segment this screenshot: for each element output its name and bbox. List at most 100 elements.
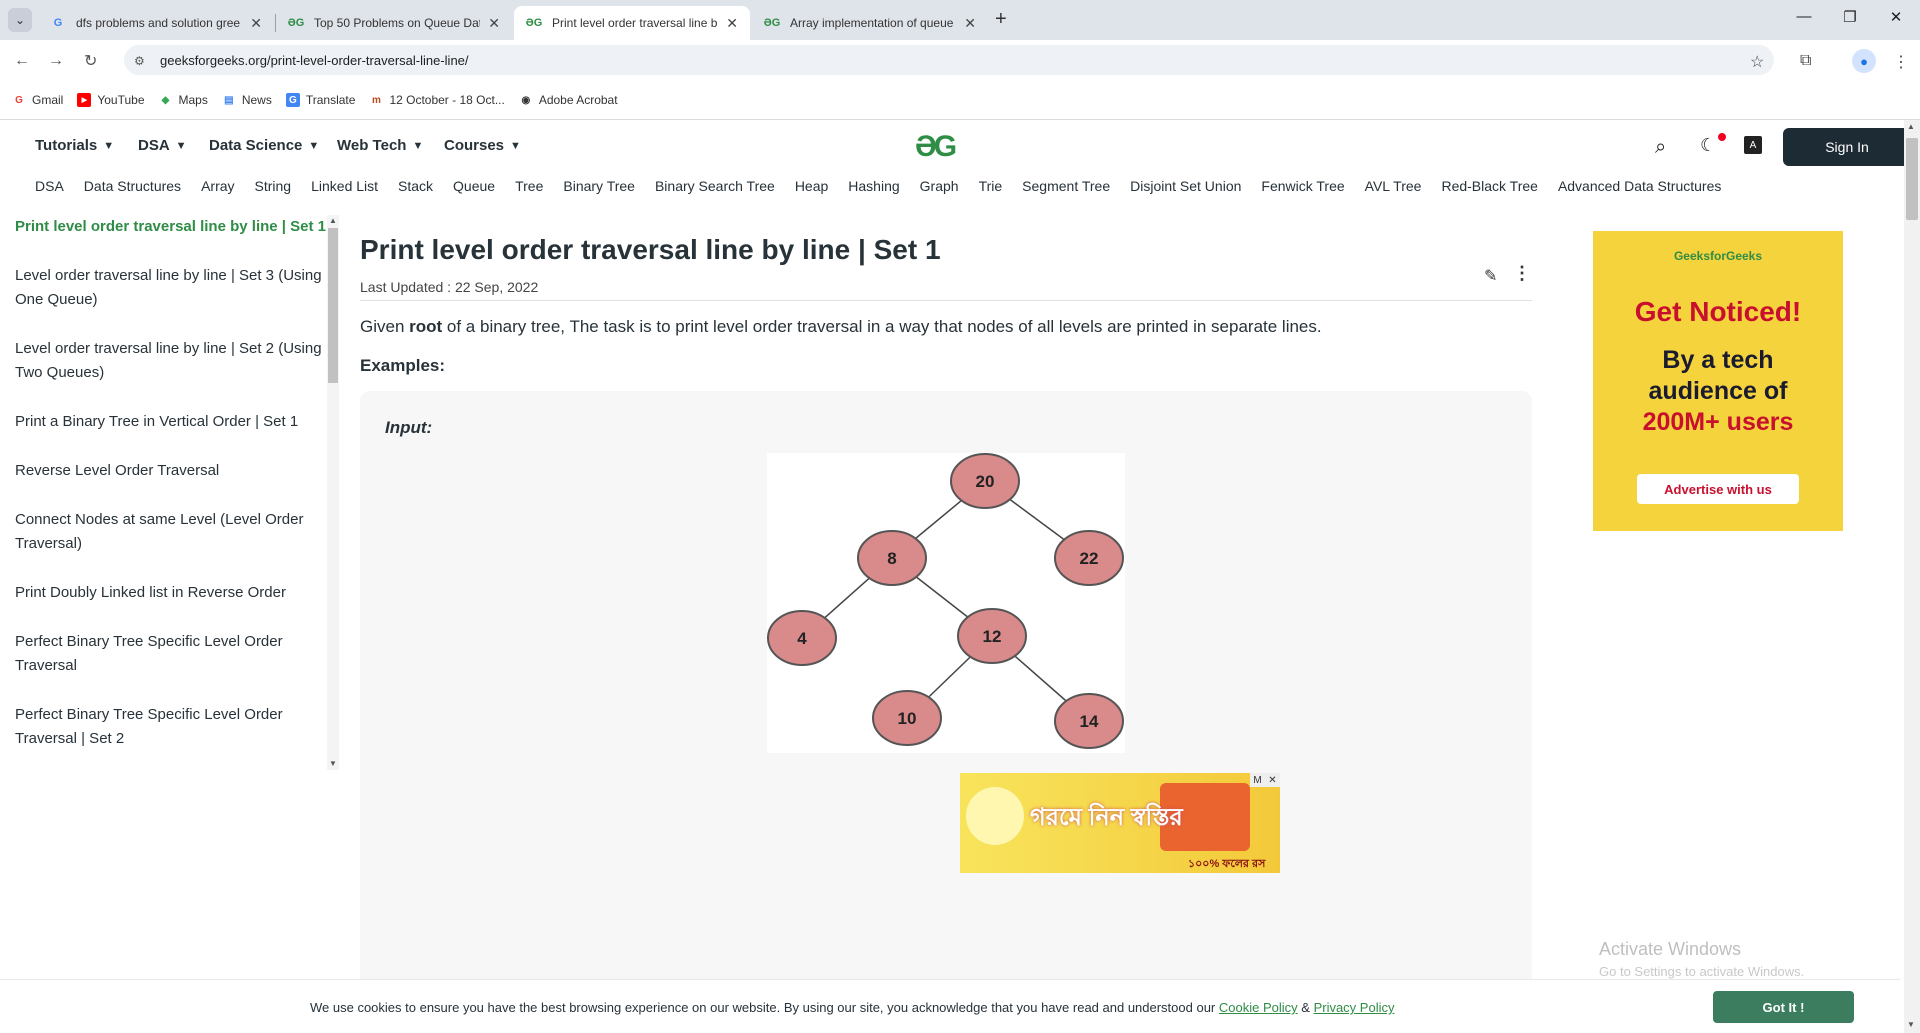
sidebar-item[interactable]: Connect Nodes at same Level (Level Order… xyxy=(0,508,326,556)
ad-banner[interactable]: গরমে নিন স্বস্তির ১০০% ফলের রস xyxy=(960,773,1280,873)
last-updated: Last Updated : 22 Sep, 2022 xyxy=(360,279,539,295)
privacy-policy-link[interactable]: Privacy Policy xyxy=(1314,1000,1395,1015)
sidebar-item[interactable]: Level order traversal line by line | Set… xyxy=(0,264,326,312)
reload-icon[interactable]: ↻ xyxy=(84,51,97,71)
topic-link[interactable]: String xyxy=(255,178,292,198)
page-scroll-thumb[interactable] xyxy=(1906,138,1918,220)
topic-link[interactable]: Data Structures xyxy=(84,178,181,198)
translate-icon: G xyxy=(285,93,300,107)
right-ad[interactable]: GeeksforGeeks Get Noticed! By a tech aud… xyxy=(1593,231,1843,531)
topic-link[interactable]: Heap xyxy=(795,178,828,198)
topic-link[interactable]: Binary Search Tree xyxy=(655,178,775,198)
bookmark-translate[interactable]: G Translate xyxy=(285,93,355,107)
gfg-logo[interactable]: ƏG xyxy=(915,130,957,164)
page-scrollbar[interactable] xyxy=(1904,120,1920,1033)
ad-choice-icon: M xyxy=(1253,774,1262,786)
sign-in-button[interactable]: Sign In xyxy=(1783,128,1911,166)
new-tab-button[interactable]: + xyxy=(995,8,1007,31)
forward-icon[interactable]: → xyxy=(48,52,64,70)
close-icon[interactable]: ✕ xyxy=(488,15,500,32)
bookmark-site-icon: m xyxy=(371,94,381,106)
back-icon[interactable]: ← xyxy=(14,52,30,70)
close-window-icon[interactable]: ✕ xyxy=(1876,8,1916,26)
topic-link[interactable]: Red-Black Tree xyxy=(1441,178,1537,198)
menu-dsa[interactable]: DSA ▼ xyxy=(138,137,187,154)
more-options-icon[interactable]: ⋮ xyxy=(1513,263,1531,284)
browser-tab[interactable]: G dfs problems and solution gree ✕ xyxy=(38,6,274,40)
menu-label: Web Tech xyxy=(337,137,407,154)
menu-tutorials[interactable]: Tutorials ▼ xyxy=(35,137,114,154)
topic-link[interactable]: Array xyxy=(201,178,234,198)
menu-icon[interactable]: ⋮ xyxy=(1893,52,1909,72)
gmail-icon: G xyxy=(15,94,23,106)
topic-link[interactable]: Fenwick Tree xyxy=(1261,178,1344,198)
bookmarks-bar: G Gmail ▶ YouTube ◆ Maps ▤ News G Translate m… xyxy=(0,88,1920,112)
bookmark-star-icon[interactable]: ☆ xyxy=(1750,52,1764,72)
bookmark-news[interactable]: ▤ News xyxy=(222,93,272,107)
minimize-icon[interactable]: — xyxy=(1784,8,1824,25)
close-icon[interactable]: ✕ xyxy=(964,15,976,32)
topic-link[interactable]: Graph xyxy=(920,178,959,198)
address-text: geeksforgeeks.org/print-level-order-trav… xyxy=(160,52,469,68)
scroll-down-icon[interactable]: ▼ xyxy=(329,759,337,768)
edit-icon[interactable]: ✎ xyxy=(1484,266,1497,286)
topic-link[interactable]: Disjoint Set Union xyxy=(1130,178,1241,198)
topic-link[interactable]: Hashing xyxy=(848,178,899,198)
topic-link[interactable]: Linked List xyxy=(311,178,378,198)
close-icon[interactable]: ✕ xyxy=(250,15,262,32)
topic-link[interactable]: AVL Tree xyxy=(1365,178,1422,198)
bookmark-gmail[interactable]: G Gmail xyxy=(12,93,63,107)
scroll-up-icon[interactable]: ▲ xyxy=(329,216,337,225)
topic-link[interactable]: Trie xyxy=(979,178,1003,198)
extensions-icon[interactable]: ⧉ xyxy=(1800,52,1811,70)
topic-link[interactable]: Binary Tree xyxy=(563,178,635,198)
ad-line: By a tech xyxy=(1662,346,1774,374)
restore-icon[interactable]: ❐ xyxy=(1830,8,1870,26)
menu-data-science[interactable]: Data Science ▼ xyxy=(209,137,319,154)
ad-close-button[interactable]: M ✕ xyxy=(1250,773,1280,787)
topic-link[interactable]: Queue xyxy=(453,178,495,198)
address-bar[interactable]: geeksforgeeks.org/print-level-order-trav… xyxy=(124,45,1774,75)
cookie-policy-link[interactable]: Cookie Policy xyxy=(1219,1000,1298,1015)
sidebar-item[interactable]: Level order traversal line by line | Set… xyxy=(0,337,326,385)
advertise-button[interactable]: Advertise with us xyxy=(1637,474,1799,504)
topic-link[interactable]: Advanced Data Structures xyxy=(1558,178,1721,198)
dark-mode-icon[interactable]: ☾ xyxy=(1700,135,1716,156)
sidebar-item[interactable]: Print a Binary Tree in Vertical Order | … xyxy=(0,410,326,434)
close-icon[interactable]: ✕ xyxy=(726,15,738,32)
accept-cookies-button[interactable]: Got It ! xyxy=(1713,991,1854,1023)
topic-link[interactable]: DSA xyxy=(35,178,64,198)
tab-title: dfs problems and solution gree xyxy=(76,16,241,30)
sidebar-item[interactable]: Reverse Level Order Traversal xyxy=(0,459,326,483)
menu-web-tech[interactable]: Web Tech ▼ xyxy=(337,137,423,154)
bookmark-adobe[interactable]: ◉ Adobe Acrobat xyxy=(519,93,617,107)
topic-link[interactable]: Stack xyxy=(398,178,433,198)
news-icon: ▤ xyxy=(224,94,234,106)
binary-tree-svg: 20 8 22 4 12 10 14 xyxy=(767,453,1124,749)
scroll-down-icon[interactable]: ▼ xyxy=(1907,1020,1915,1029)
chevron-down-icon: ▼ xyxy=(175,139,187,152)
close-icon: ✕ xyxy=(1268,774,1277,786)
article-title: Print level order traversal line by line… xyxy=(360,234,941,265)
sidebar-item[interactable]: Perfect Binary Tree Specific Level Order… xyxy=(0,630,326,678)
browser-tab[interactable]: ƏG Array implementation of queue ✕ xyxy=(752,6,988,40)
topic-link[interactable]: Tree xyxy=(515,178,543,198)
browser-tab[interactable]: ƏG Top 50 Problems on Queue Dat ✕ xyxy=(276,6,512,40)
menu-courses[interactable]: Courses ▼ xyxy=(444,137,521,154)
bookmark-maps[interactable]: ◆ Maps xyxy=(159,93,208,107)
sidebar-item[interactable]: Print Doubly Linked list in Reverse Orde… xyxy=(0,581,326,605)
tab-list-button[interactable]: ⌄ xyxy=(8,8,32,32)
bookmark-label: Gmail xyxy=(32,93,64,107)
language-icon[interactable]: A xyxy=(1744,136,1762,154)
browser-tab-active[interactable]: ƏG Print level order traversal line b ✕ xyxy=(514,6,750,40)
site-info-icon[interactable]: ⚙ xyxy=(134,54,145,68)
bookmark-calendar[interactable]: m 12 October - 18 Oct... xyxy=(369,93,505,107)
profile-icon[interactable]: ● xyxy=(1852,49,1876,73)
topic-link[interactable]: Segment Tree xyxy=(1022,178,1110,198)
scroll-up-icon[interactable]: ▲ xyxy=(1907,122,1915,131)
sidebar-item[interactable]: Perfect Binary Tree Specific Level Order… xyxy=(0,703,326,751)
bookmark-youtube[interactable]: ▶ YouTube xyxy=(77,93,145,107)
search-icon[interactable]: ⌕ xyxy=(1655,136,1666,159)
sidebar-scroll-thumb[interactable] xyxy=(328,228,338,383)
sidebar-item-active[interactable]: Print level order traversal line by line… xyxy=(0,215,326,239)
